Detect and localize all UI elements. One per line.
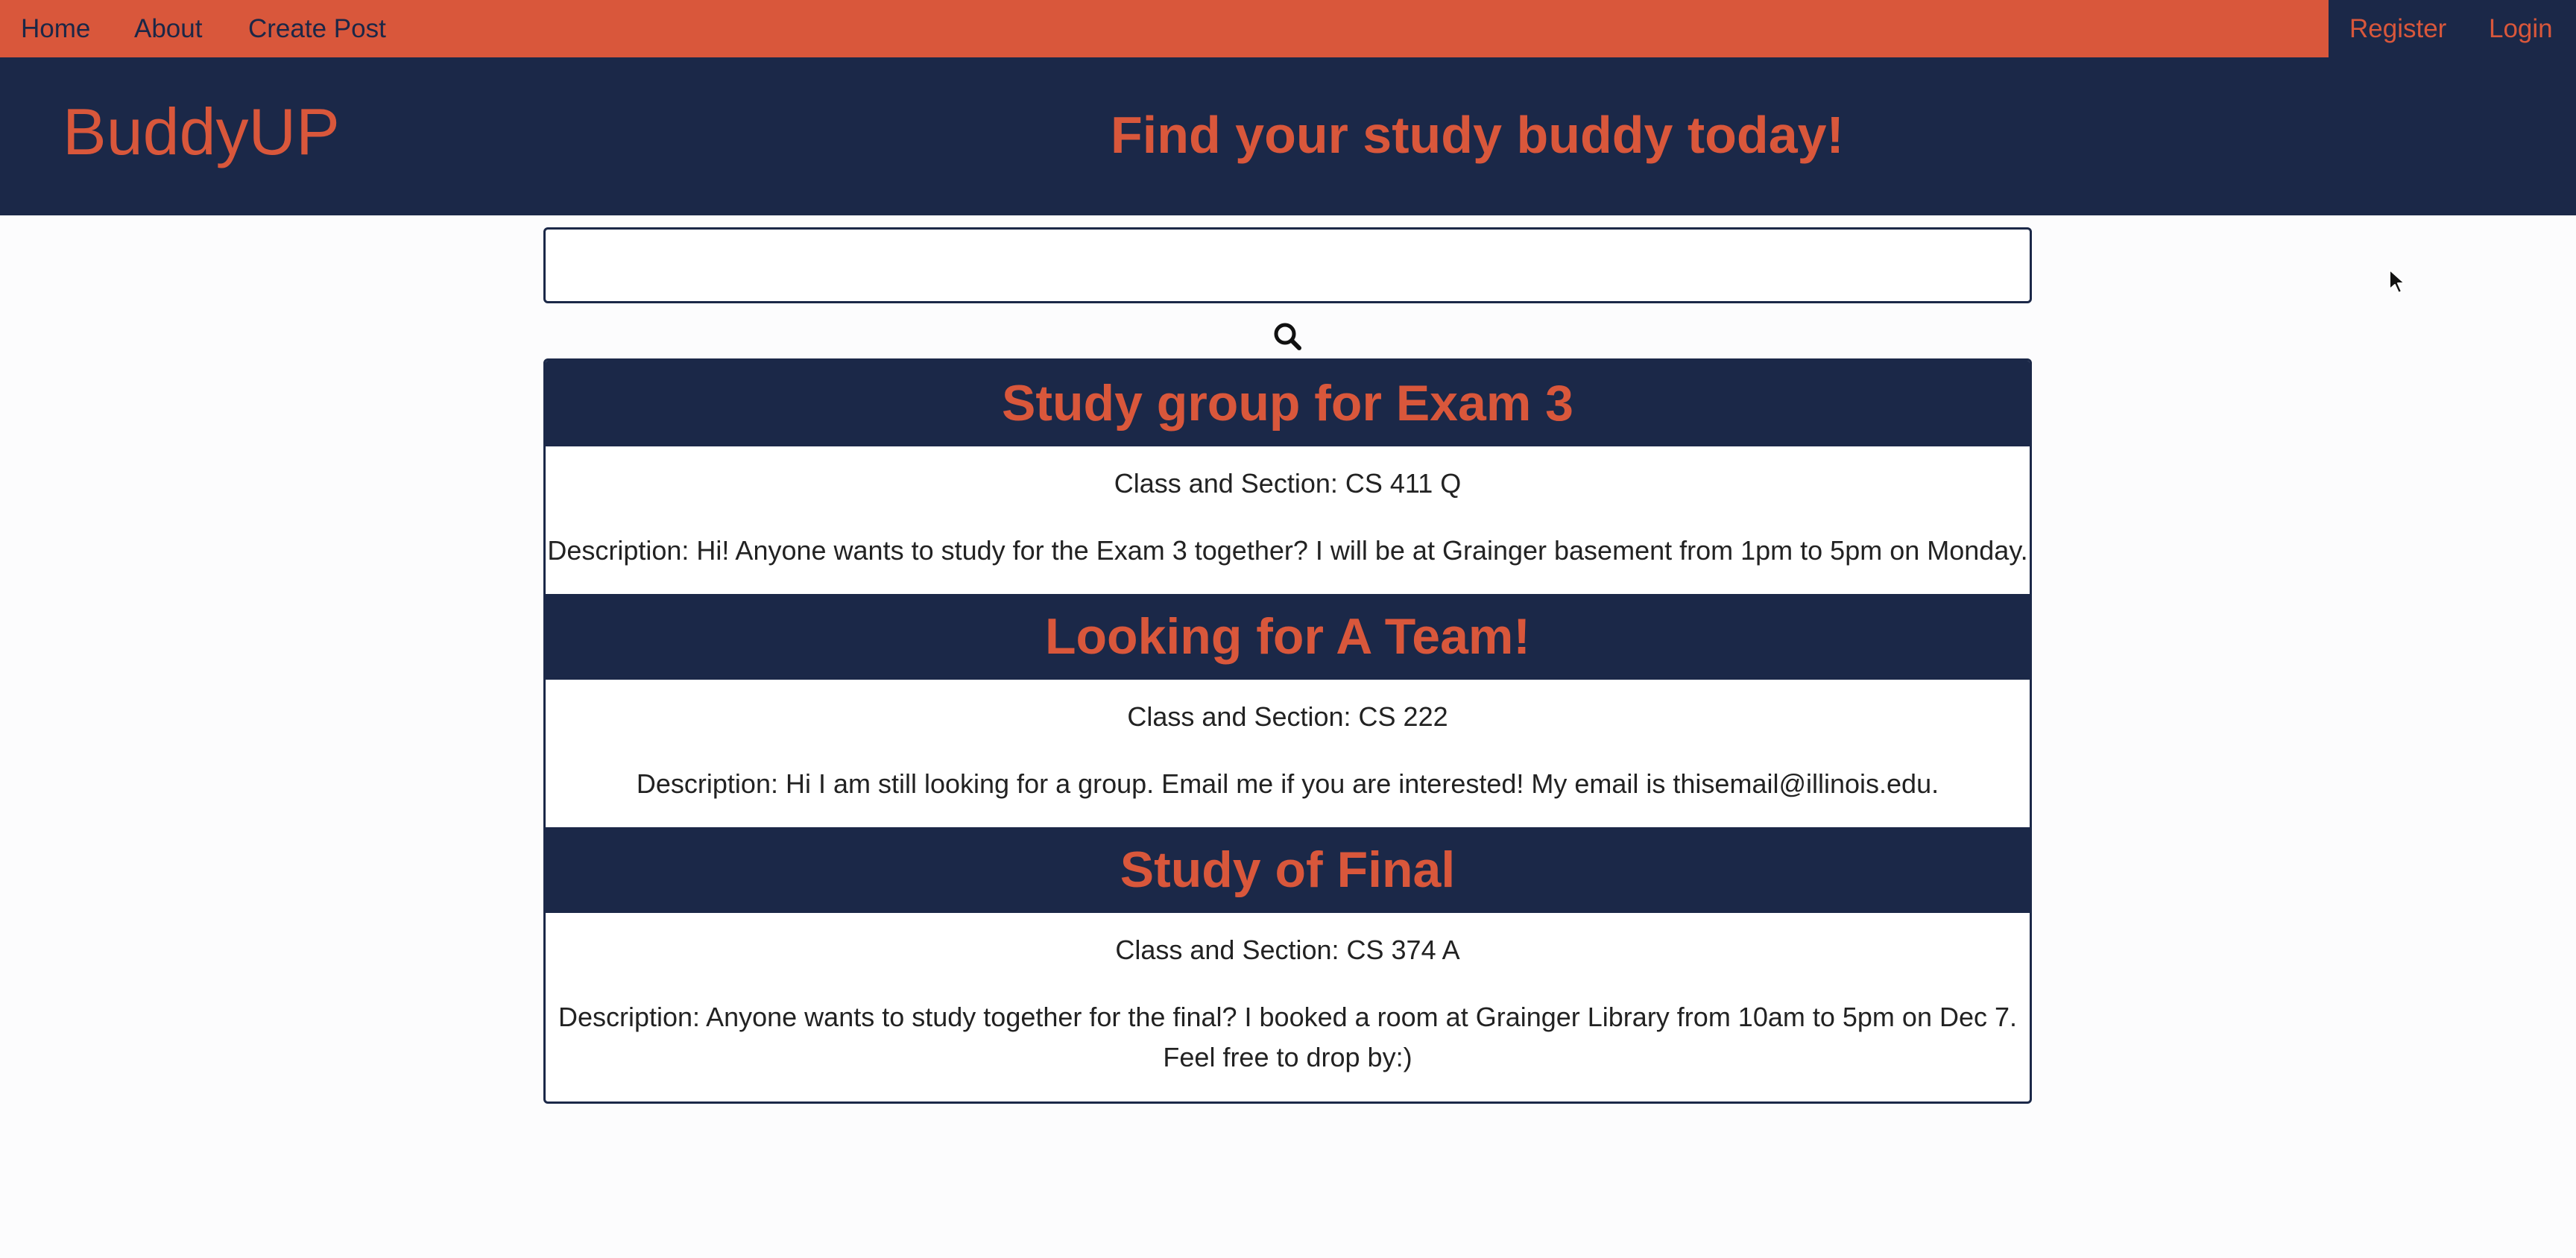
post-class-section: Class and Section: CS 222 xyxy=(1127,701,1448,732)
brand-logo-text[interactable]: BuddyUP xyxy=(63,95,340,169)
posts-list: Study group for Exam 3 Class and Section… xyxy=(543,358,2032,1104)
search-icon xyxy=(1274,323,1301,350)
top-navbar: Home About Create Post Register Login xyxy=(0,0,2576,57)
banner-tagline: Find your study buddy today! xyxy=(1111,106,1844,164)
post-description: Description: Hi! Anyone wants to study f… xyxy=(547,535,2028,566)
post-class-section: Class and Section: CS 374 A xyxy=(1115,935,1460,965)
nav-login-link[interactable]: Login xyxy=(2489,0,2553,57)
search-button[interactable] xyxy=(1270,319,1306,355)
nav-register-link[interactable]: Register xyxy=(2349,0,2446,57)
post-class-section: Class and Section: CS 411 Q xyxy=(1114,468,1462,499)
post-title[interactable]: Study group for Exam 3 xyxy=(546,361,2030,446)
post-title[interactable]: Looking for A Team! xyxy=(546,594,2030,680)
nav-about-link[interactable]: About xyxy=(134,0,202,57)
search-input[interactable] xyxy=(543,227,2032,303)
post-description: Description: Hi I am still looking for a… xyxy=(636,768,1939,799)
site-banner: BuddyUP Find your study buddy today! xyxy=(0,57,2576,215)
mouse-cursor-icon xyxy=(2389,269,2405,294)
nav-create-post-link[interactable]: Create Post xyxy=(248,0,386,57)
post-title[interactable]: Study of Final xyxy=(546,827,2030,913)
post-description: Description: Anyone wants to study toget… xyxy=(558,1002,2018,1072)
nav-home-link[interactable]: Home xyxy=(21,0,90,57)
auth-nav: Register Login xyxy=(2329,0,2576,57)
